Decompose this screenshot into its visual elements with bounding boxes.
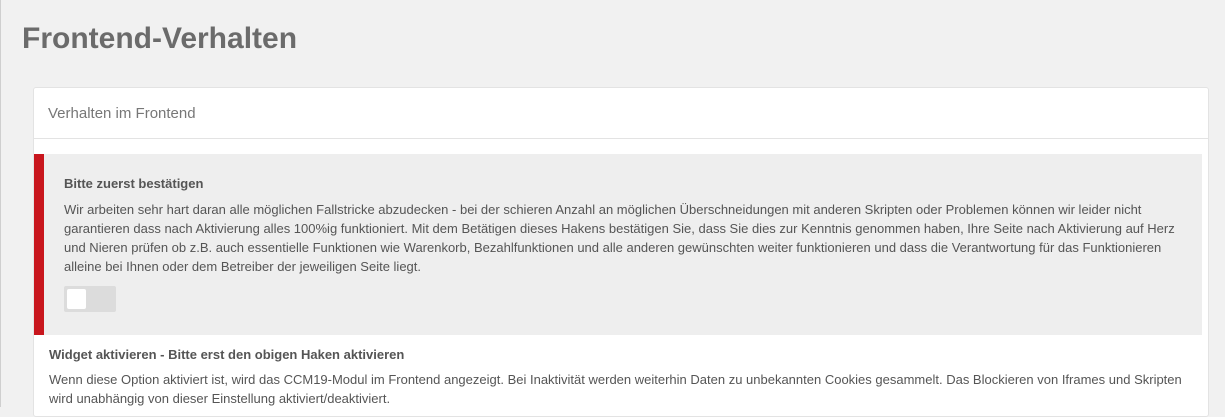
panel-header: Verhalten im Frontend bbox=[34, 88, 1208, 139]
alert-title: Bitte zuerst bestätigen bbox=[64, 176, 204, 191]
widget-activate-option: Widget aktivieren - Bitte erst den obige… bbox=[49, 347, 1189, 408]
confirmation-alert: Bitte zuerst bestätigen Wir arbeiten seh… bbox=[34, 154, 1202, 335]
frontend-behavior-panel: Verhalten im Frontend Bitte zuerst bestä… bbox=[33, 87, 1209, 417]
option-title: Widget aktivieren - Bitte erst den obige… bbox=[49, 347, 405, 362]
toggle-knob bbox=[67, 289, 86, 309]
window-left-border bbox=[0, 0, 1, 407]
alert-text: Wir arbeiten sehr hart daran alle möglic… bbox=[64, 202, 1175, 274]
confirm-toggle[interactable] bbox=[64, 286, 116, 312]
page-title: Frontend-Verhalten bbox=[22, 22, 298, 55]
option-description: Wenn diese Option aktiviert ist, wird da… bbox=[49, 372, 1182, 406]
